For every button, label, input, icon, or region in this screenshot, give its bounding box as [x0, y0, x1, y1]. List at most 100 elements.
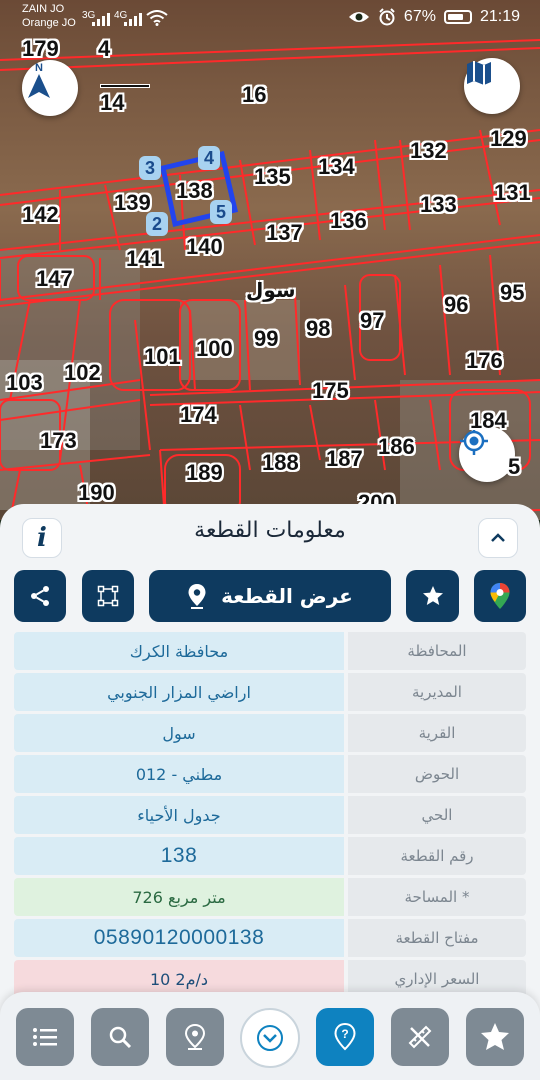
- star-badge-icon: [481, 1023, 509, 1050]
- neighborhood-value: جدول الأحياء: [14, 796, 344, 834]
- plot-label[interactable]: 186: [378, 434, 415, 460]
- plot-label[interactable]: 98: [306, 316, 330, 342]
- plot-label[interactable]: 137: [266, 220, 303, 246]
- clock: 21:19: [479, 8, 520, 25]
- plot-label[interactable]: 139: [114, 190, 151, 216]
- map-layers-button[interactable]: [464, 58, 520, 114]
- plot-label[interactable]: 103: [6, 370, 43, 396]
- plot-label[interactable]: 147: [36, 266, 73, 292]
- google-maps-button[interactable]: [474, 570, 526, 622]
- detail-row-village: سول القرية: [14, 714, 526, 752]
- governorate-label: المحافظة: [348, 632, 526, 670]
- plot-boundary-button[interactable]: [82, 570, 134, 622]
- satellite-map[interactable]: N 179 4 14 16 129 132 134 135 131 133 13…: [0, 0, 540, 520]
- detail-row-plot-key: 05890120000138 مفتاح القطعة: [14, 919, 526, 957]
- plot-label[interactable]: 101: [144, 344, 181, 370]
- chevron-down-icon: [257, 1025, 283, 1051]
- plot-number-value: 138: [14, 837, 344, 875]
- plot-label[interactable]: 5: [508, 454, 520, 480]
- village-value: سول: [14, 714, 344, 752]
- plot-label[interactable]: 173: [40, 428, 77, 454]
- plot-label[interactable]: 95: [500, 280, 524, 306]
- plot-label[interactable]: 14: [100, 90, 124, 116]
- favorite-button[interactable]: [406, 570, 459, 622]
- plot-label[interactable]: 134: [318, 154, 355, 180]
- plot-details-table: محافظة الكرك المحافظة اراضي المزار الجنو…: [14, 632, 526, 1001]
- wifi-icon: [146, 10, 168, 26]
- detail-row-basin: مطني - 012 الحوض: [14, 755, 526, 793]
- list-button[interactable]: [16, 1008, 74, 1066]
- scale-bar: [100, 84, 150, 88]
- carrier-2: Orange JO: [22, 17, 76, 29]
- village-label: القرية: [348, 714, 526, 752]
- expand-toggle-button[interactable]: [240, 1008, 300, 1068]
- my-location-button[interactable]: [459, 426, 515, 482]
- plot-label[interactable]: 174: [180, 402, 217, 428]
- detail-row-plot-number: 138 رقم القطعة: [14, 837, 526, 875]
- map-icon: [467, 61, 491, 85]
- bottom-navigation: ?: [0, 992, 540, 1080]
- plot-label[interactable]: 99: [254, 326, 278, 352]
- plot-key-value[interactable]: 05890120000138: [14, 919, 344, 957]
- plot-label[interactable]: 184: [470, 408, 507, 434]
- location-marker-icon: [184, 1023, 206, 1050]
- plot-label[interactable]: 140: [186, 234, 223, 260]
- plot-label[interactable]: 131: [494, 180, 531, 206]
- plot-label[interactable]: 132: [410, 138, 447, 164]
- compass-north-icon: N: [28, 62, 50, 98]
- plot-label[interactable]: 189: [186, 460, 223, 486]
- detail-row-area: 726 متر مربع المساحة *: [14, 878, 526, 916]
- share-icon: [31, 586, 49, 606]
- plot-label[interactable]: 179: [22, 36, 59, 62]
- share-button[interactable]: [14, 570, 66, 622]
- plot-label[interactable]: 4: [98, 36, 110, 62]
- plot-label[interactable]: 136: [330, 208, 367, 234]
- eye-icon: [348, 12, 369, 22]
- battery-icon: [443, 10, 472, 24]
- directorate-value: اراضي المزار الجنوبي: [14, 673, 344, 711]
- detail-row-governorate: محافظة الكرك المحافظة: [14, 632, 526, 670]
- star-icon: [422, 586, 443, 605]
- plot-label[interactable]: 141: [126, 246, 163, 272]
- plot-label[interactable]: 102: [64, 360, 101, 386]
- show-plot-button[interactable]: عرض القطعة: [149, 570, 391, 622]
- plot-label[interactable]: 187: [326, 446, 363, 472]
- area-value: 726 متر مربع: [14, 878, 344, 916]
- favorites-button[interactable]: [466, 1008, 524, 1066]
- plot-label[interactable]: 142: [22, 202, 59, 228]
- location-question-icon: ?: [334, 1022, 356, 1051]
- plot-label[interactable]: 96: [444, 292, 468, 318]
- ruler-pencil-icon: [408, 1025, 432, 1049]
- measure-tools-button[interactable]: [391, 1008, 449, 1066]
- plot-number-label: رقم القطعة: [348, 837, 526, 875]
- location-pin-icon: [188, 584, 206, 609]
- neighborhood-label: الحي: [348, 796, 526, 834]
- basin-label: الحوض: [348, 755, 526, 793]
- signal-bars-icon: [92, 12, 110, 26]
- basin-value: مطني - 012: [14, 755, 344, 793]
- selected-plot-label[interactable]: 138: [176, 178, 213, 204]
- carrier-names: ZAIN JO Orange JO: [22, 2, 76, 30]
- plot-label[interactable]: 135: [254, 164, 291, 190]
- plot-label[interactable]: 97: [360, 308, 384, 334]
- plot-label[interactable]: 176: [466, 348, 503, 374]
- plot-label[interactable]: 175: [312, 378, 349, 404]
- plot-query-button[interactable]: ?: [316, 1008, 374, 1066]
- chevron-up-icon: [491, 533, 505, 542]
- collapse-sheet-button[interactable]: [478, 518, 518, 558]
- compass-button[interactable]: N: [22, 60, 78, 116]
- governorate-value: محافظة الكرك: [14, 632, 344, 670]
- corner-marker: 3: [139, 156, 161, 180]
- plot-label[interactable]: 190: [78, 480, 115, 506]
- area-label: المساحة *: [348, 878, 526, 916]
- action-row: عرض القطعة: [0, 570, 540, 624]
- plot-label[interactable]: 129: [490, 126, 527, 152]
- plot-label[interactable]: 133: [420, 192, 457, 218]
- search-button[interactable]: [91, 1008, 149, 1066]
- plot-label[interactable]: 16: [242, 82, 266, 108]
- polygon-icon: [97, 585, 119, 607]
- plot-label[interactable]: 188: [262, 450, 299, 476]
- location-button[interactable]: [166, 1008, 224, 1066]
- plot-label[interactable]: 100: [196, 336, 233, 362]
- svg-text:N: N: [35, 62, 43, 74]
